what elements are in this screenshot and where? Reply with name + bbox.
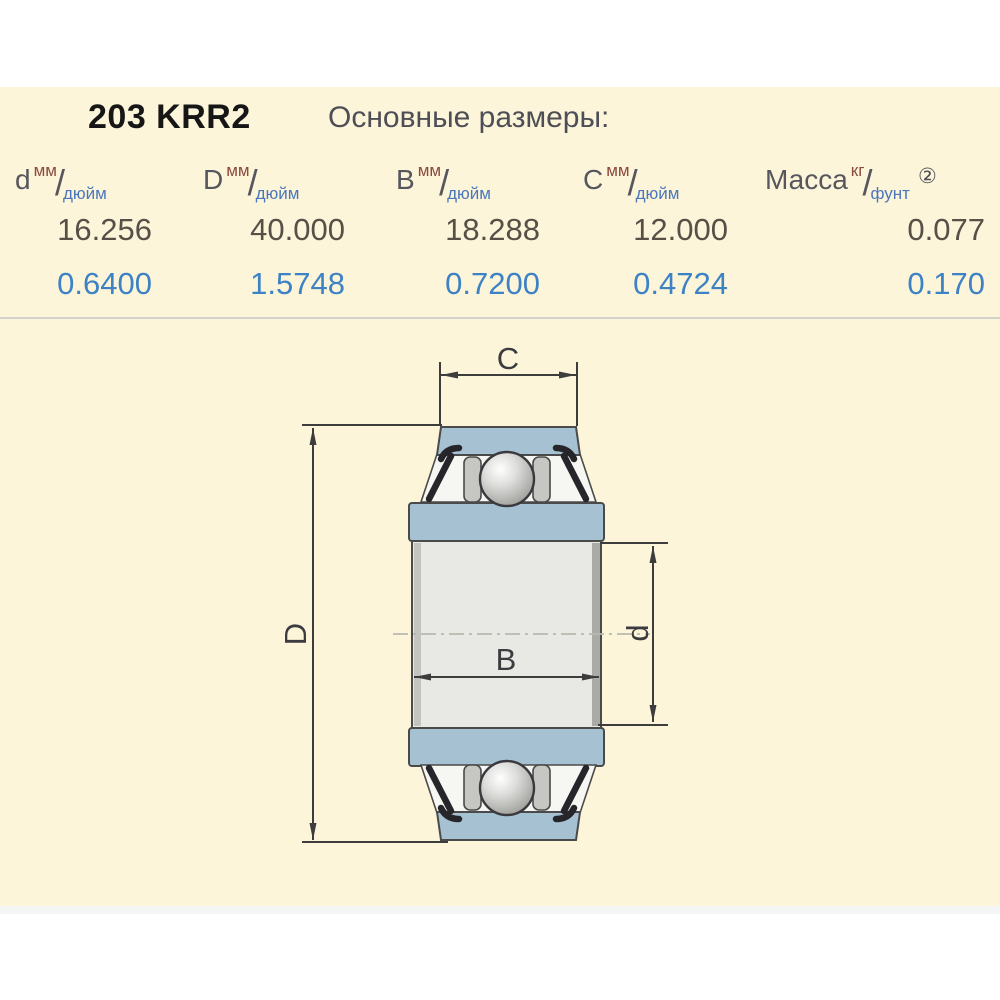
column-header-mass: Массакг/фунт② [765, 161, 937, 204]
unit-lb: фунт [870, 184, 909, 203]
arrowhead [441, 372, 458, 379]
footnote-2-icon: ② [918, 165, 937, 188]
top-margin [0, 0, 1000, 87]
bearing-cross-section-drawing: C D B d [280, 330, 700, 890]
dim-letter: d [15, 164, 31, 195]
outer-ring-top [409, 503, 604, 541]
column-header-d: dмм/дюйм [15, 161, 107, 204]
cage-bar [464, 765, 481, 810]
arrowhead [310, 823, 317, 840]
cage-bar [464, 457, 481, 502]
value-C-inch: 0.4724 [528, 266, 728, 302]
dim-label-B: B [496, 642, 517, 677]
value-d-mm: 16.256 [0, 212, 152, 248]
section-divider [0, 317, 1000, 319]
unit-mm: мм [34, 161, 57, 180]
bottom-margin [0, 914, 1000, 1000]
column-header-B: Bмм/дюйм [396, 161, 491, 204]
unit-mm: мм [418, 161, 441, 180]
column-header-C: Cмм/дюйм [583, 161, 679, 204]
value-D-mm: 40.000 [145, 212, 345, 248]
value-B-mm: 18.288 [340, 212, 540, 248]
unit-inch: дюйм [447, 184, 491, 203]
catalog-page: 203 KRR2 Основные размеры: dмм/дюйм Dмм/… [0, 0, 1000, 1000]
arrowhead [559, 372, 576, 379]
dim-label-d: d [620, 624, 655, 641]
section-heading: Основные размеры: [328, 101, 609, 135]
page-title: 203 KRR2 [88, 98, 251, 137]
unit-inch: дюйм [256, 184, 300, 203]
unit-inch: дюйм [63, 184, 107, 203]
unit-inch: дюйм [636, 184, 680, 203]
value-B-inch: 0.7200 [340, 266, 540, 302]
cage-bar [533, 457, 550, 502]
dim-letter: B [396, 164, 415, 195]
value-D-inch: 1.5748 [145, 266, 345, 302]
value-mass-lb: 0.170 [785, 266, 985, 302]
dim-letter: Масса [765, 164, 848, 195]
dim-label-D: D [280, 623, 313, 645]
value-d-inch: 0.6400 [0, 266, 152, 302]
dim-label-C: C [497, 341, 519, 376]
dim-letter: C [583, 164, 603, 195]
value-C-mm: 12.000 [528, 212, 728, 248]
dim-letter: D [203, 164, 223, 195]
unit-mm: мм [226, 161, 249, 180]
cage-bar [533, 765, 550, 810]
bearing-ball-bottom [480, 761, 534, 815]
arrowhead [650, 546, 657, 563]
unit-mm: мм [606, 161, 629, 180]
bearing-ball-top [480, 452, 534, 506]
value-mass-kg: 0.077 [785, 212, 985, 248]
bottom-divider-strip [0, 906, 1000, 914]
column-header-D: Dмм/дюйм [203, 161, 299, 204]
arrowhead [650, 705, 657, 722]
arrowhead [310, 428, 317, 445]
